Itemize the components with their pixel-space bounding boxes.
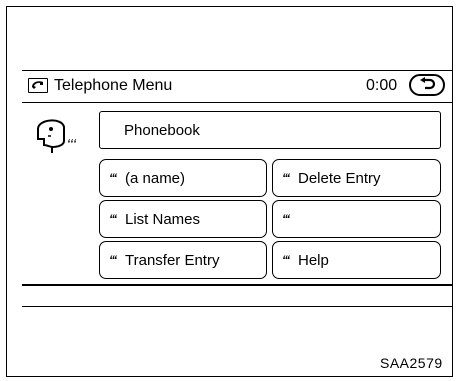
- voice-command-icon: ʻʻʻ: [109, 212, 117, 226]
- list-names-button[interactable]: ʻʻʻ List Names: [99, 200, 267, 238]
- list-names-label: List Names: [125, 211, 201, 228]
- name-button-label: (a name): [125, 170, 186, 187]
- phonebook-label: Phonebook: [124, 122, 200, 139]
- svg-text:ʻʻʻ: ʻʻʻ: [67, 138, 77, 150]
- help-button[interactable]: ʻʻʻ Help: [272, 241, 441, 279]
- telephone-icon: [28, 78, 48, 93]
- delete-entry-label: Delete Entry: [298, 170, 381, 187]
- telephone-menu-screen: Telephone Menu 0:00 ʻʻʻ Phonebook ʻʻʻ (a…: [22, 70, 453, 307]
- screen-title: Telephone Menu: [54, 77, 173, 94]
- back-button[interactable]: [409, 74, 445, 96]
- transfer-entry-label: Transfer Entry: [125, 252, 220, 269]
- phonebook-field[interactable]: Phonebook: [99, 111, 441, 149]
- voice-command-icon: ʻʻʻ: [109, 171, 117, 185]
- voice-command-icon: ʻʻʻ: [282, 212, 290, 226]
- voice-command-icon: ʻʻʻ: [282, 253, 290, 267]
- voice-command-icon: ʻʻʻ: [282, 171, 290, 185]
- title-bar: Telephone Menu 0:00: [22, 71, 453, 103]
- figure-caption: SAA2579: [380, 355, 443, 371]
- call-timer: 0:00: [366, 77, 398, 94]
- help-label: Help: [298, 252, 329, 269]
- voice-command-icon: ʻʻʻ: [109, 253, 117, 267]
- status-divider: [22, 284, 453, 286]
- back-arrow-icon: [420, 77, 436, 90]
- empty-voice-button[interactable]: ʻʻʻ: [272, 200, 441, 238]
- voice-recognition-icon: ʻʻʻ: [34, 115, 84, 153]
- name-button[interactable]: ʻʻʻ (a name): [99, 159, 267, 197]
- delete-entry-button[interactable]: ʻʻʻ Delete Entry: [272, 159, 441, 197]
- transfer-entry-button[interactable]: ʻʻʻ Transfer Entry: [99, 241, 267, 279]
